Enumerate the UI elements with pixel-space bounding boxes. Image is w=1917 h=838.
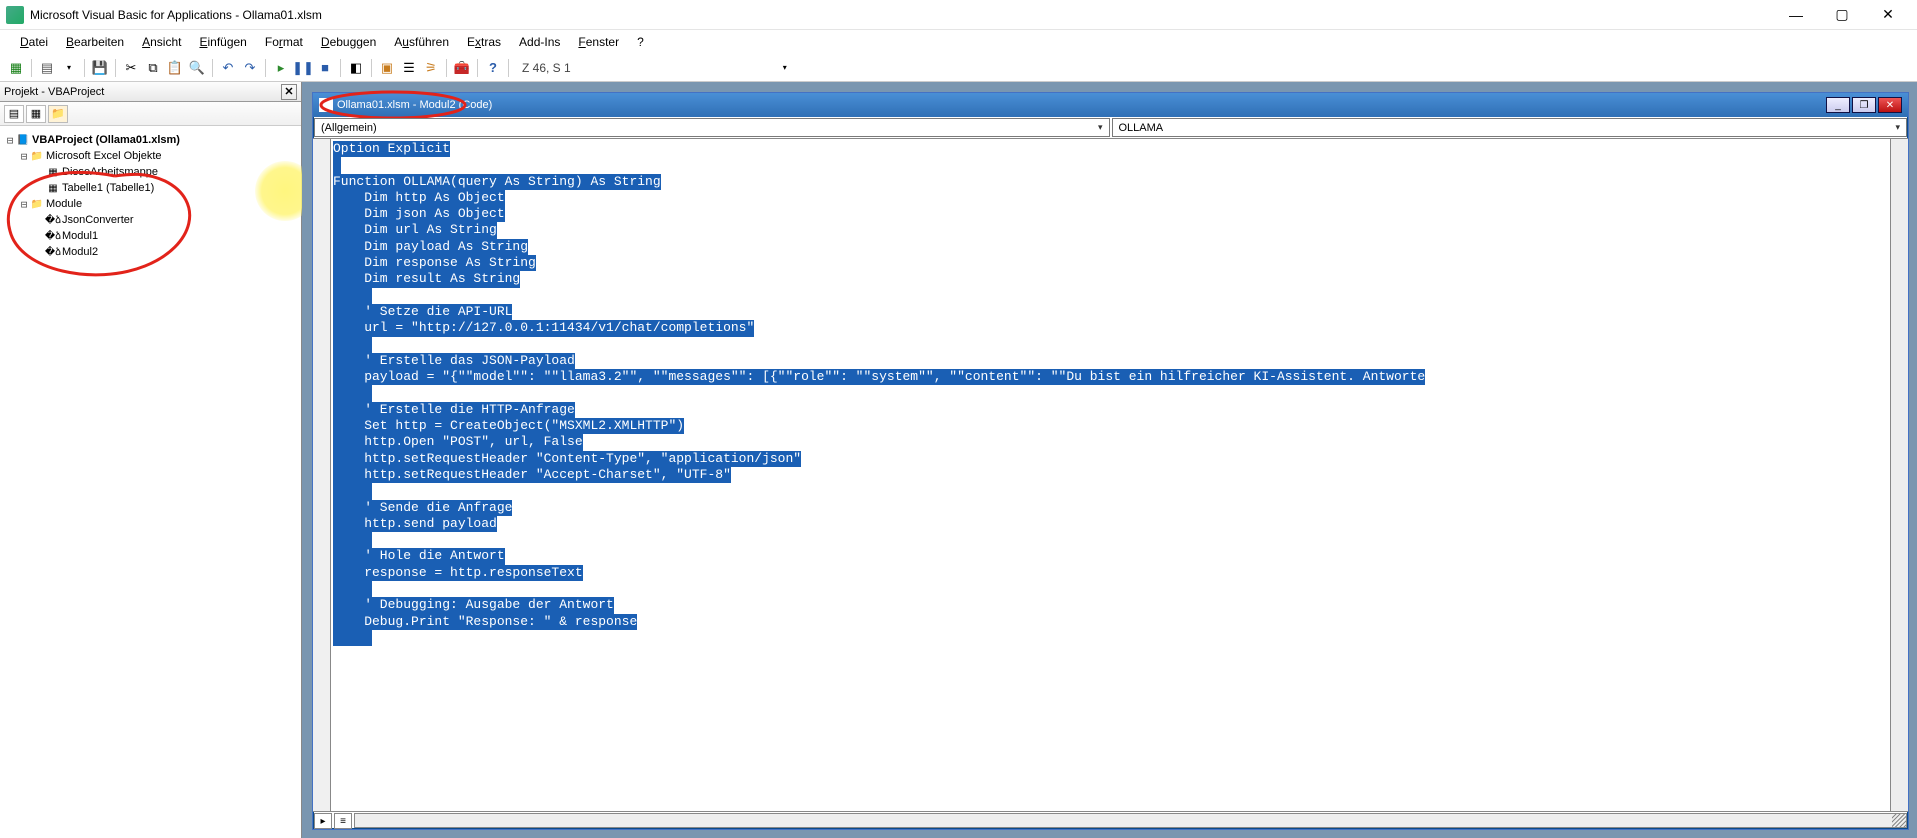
project-explorer-pane: Projekt - VBAProject ✕ ▤ ▦ 📁 ⊟ 📘 VBAProj… [0, 82, 302, 838]
menu-debuggen[interactable]: Debuggen [313, 33, 384, 51]
module-icon [319, 98, 333, 112]
redo-icon[interactable]: ↷ [240, 58, 260, 78]
tree-item-label: JsonConverter [62, 214, 134, 226]
menu-ansicht[interactable]: Ansicht [134, 33, 189, 51]
menu-add-ins[interactable]: Add-Ins [511, 33, 568, 51]
design-mode-icon[interactable]: ◧ [346, 58, 366, 78]
run-icon[interactable]: ▸ [271, 58, 291, 78]
tree-item[interactable]: �ձJsonConverter [4, 212, 297, 228]
tree-item-label: DieseArbeitsmappe [62, 166, 158, 178]
properties-icon[interactable]: ☰ [399, 58, 419, 78]
menu-einfügen[interactable]: Einfügen [191, 33, 254, 51]
vbaproject-icon: 📘 [16, 133, 30, 147]
project-tree[interactable]: ⊟ 📘 VBAProject (Ollama01.xlsm) ⊟ 📁 Micro… [0, 126, 301, 266]
collapse-icon[interactable]: ⊟ [18, 198, 30, 211]
worksheet-icon: ▦ [46, 165, 60, 179]
insert-module-icon[interactable]: ▤ [37, 58, 57, 78]
minimize-button[interactable]: — [1773, 0, 1819, 30]
dropdown-arrow-icon: ▾ [1895, 122, 1900, 133]
code-window: Ollama01.xlsm - Modul2 (Code) _ ❐ ✕ (All… [312, 92, 1909, 830]
stop-icon[interactable]: ■ [315, 58, 335, 78]
cursor-position-label: Z 46, S 1 [522, 61, 571, 75]
help-icon[interactable]: ? [483, 58, 503, 78]
tree-item[interactable]: �ձModul2 [4, 244, 297, 260]
cut-icon[interactable]: ✂ [121, 58, 141, 78]
toolbar: ▦ ▤ ▾ 💾 ✂ ⧉ 📋 🔍 ↶ ↷ ▸ ❚❚ ■ ◧ ▣ ☰ ⚞ 🧰 ? Z… [0, 54, 1917, 82]
menu-fenster[interactable]: Fenster [570, 33, 627, 51]
menu-bearbeiten[interactable]: Bearbeiten [58, 33, 132, 51]
project-explorer-icon[interactable]: ▣ [377, 58, 397, 78]
tree-item-label: Tabelle1 (Tabelle1) [62, 182, 154, 194]
module-icon: �ձ [46, 213, 60, 227]
project-pane-title: Projekt - VBAProject [4, 86, 104, 98]
app-icon [6, 6, 24, 24]
find-icon[interactable]: 🔍 [187, 58, 207, 78]
code-window-dropdowns: (Allgemein) ▾ OLLAMA ▾ [313, 117, 1908, 139]
resize-grip[interactable] [1892, 813, 1906, 827]
view-object-icon[interactable]: ▦ [26, 105, 46, 123]
paste-icon[interactable]: 📋 [165, 58, 185, 78]
code-gutter [313, 139, 331, 811]
code-editor[interactable]: Option Explicit Function OLLAMA(query As… [331, 139, 1890, 811]
toolbox-icon[interactable]: 🧰 [452, 58, 472, 78]
view-excel-icon[interactable]: ▦ [6, 58, 26, 78]
code-window-titlebar[interactable]: Ollama01.xlsm - Modul2 (Code) _ ❐ ✕ [313, 93, 1908, 117]
menubar: DateiBearbeitenAnsichtEinfügenFormatDebu… [0, 30, 1917, 54]
horizontal-scrollbar[interactable] [354, 813, 1907, 828]
dropdown-arrow-icon: ▾ [1098, 122, 1103, 133]
procedure-dropdown[interactable]: OLLAMA ▾ [1112, 118, 1908, 137]
vertical-scrollbar[interactable] [1890, 139, 1908, 811]
project-pane-toolbar: ▤ ▦ 📁 [0, 102, 301, 126]
tree-folder-excel[interactable]: Microsoft Excel Objekte [46, 150, 162, 162]
toggle-folders-icon[interactable]: 📁 [48, 105, 68, 123]
code-window-maximize-button[interactable]: ❐ [1852, 97, 1876, 113]
folder-icon: 📁 [30, 197, 44, 211]
folder-icon: 📁 [30, 149, 44, 163]
menu-extras[interactable]: Extras [459, 33, 509, 51]
collapse-icon[interactable]: ⊟ [18, 150, 30, 163]
close-button[interactable]: ✕ [1865, 0, 1911, 30]
view-code-icon[interactable]: ▤ [4, 105, 24, 123]
dropdown-arrow-icon[interactable]: ▾ [59, 58, 79, 78]
procedure-view-button[interactable]: ▸ [314, 813, 332, 829]
tree-item[interactable]: ▦DieseArbeitsmappe [4, 164, 297, 180]
code-window-minimize-button[interactable]: _ [1826, 97, 1850, 113]
collapse-icon[interactable]: ⊟ [4, 134, 16, 147]
window-title: Microsoft Visual Basic for Applications … [30, 8, 1773, 22]
menu-datei[interactable]: Datei [12, 33, 56, 51]
procedure-dropdown-value: OLLAMA [1119, 122, 1164, 134]
tree-root[interactable]: VBAProject (Ollama01.xlsm) [32, 134, 180, 146]
object-dropdown[interactable]: (Allgemein) ▾ [314, 118, 1110, 137]
copy-icon[interactable]: ⧉ [143, 58, 163, 78]
object-browser-icon[interactable]: ⚞ [421, 58, 441, 78]
undo-icon[interactable]: ↶ [218, 58, 238, 78]
tree-item-label: Modul2 [62, 246, 98, 258]
tree-item[interactable]: ▦Tabelle1 (Tabelle1) [4, 180, 297, 196]
menu-?[interactable]: ? [629, 33, 652, 51]
project-pane-close-button[interactable]: ✕ [281, 84, 297, 100]
save-icon[interactable]: 💾 [90, 58, 110, 78]
maximize-button[interactable]: ▢ [1819, 0, 1865, 30]
tree-item-label: Modul1 [62, 230, 98, 242]
code-window-title: Ollama01.xlsm - Modul2 (Code) [337, 99, 1822, 111]
menu-format[interactable]: Format [257, 33, 311, 51]
window-titlebar: Microsoft Visual Basic for Applications … [0, 0, 1917, 30]
code-window-footer: ▸ ≡ [313, 811, 1908, 829]
full-module-view-button[interactable]: ≡ [334, 813, 352, 829]
mdi-area: Ollama01.xlsm - Modul2 (Code) _ ❐ ✕ (All… [302, 82, 1917, 838]
tree-item[interactable]: �ձModul1 [4, 228, 297, 244]
object-dropdown-value: (Allgemein) [321, 122, 377, 134]
worksheet-icon: ▦ [46, 181, 60, 195]
module-icon: �ձ [46, 245, 60, 259]
toolbar-overflow-icon[interactable]: ▾ [775, 58, 795, 78]
menu-ausführen[interactable]: Ausführen [386, 33, 457, 51]
project-pane-header: Projekt - VBAProject ✕ [0, 82, 301, 102]
module-icon: �ձ [46, 229, 60, 243]
tree-folder-module[interactable]: Module [46, 198, 82, 210]
code-window-close-button[interactable]: ✕ [1878, 97, 1902, 113]
pause-icon[interactable]: ❚❚ [293, 58, 313, 78]
